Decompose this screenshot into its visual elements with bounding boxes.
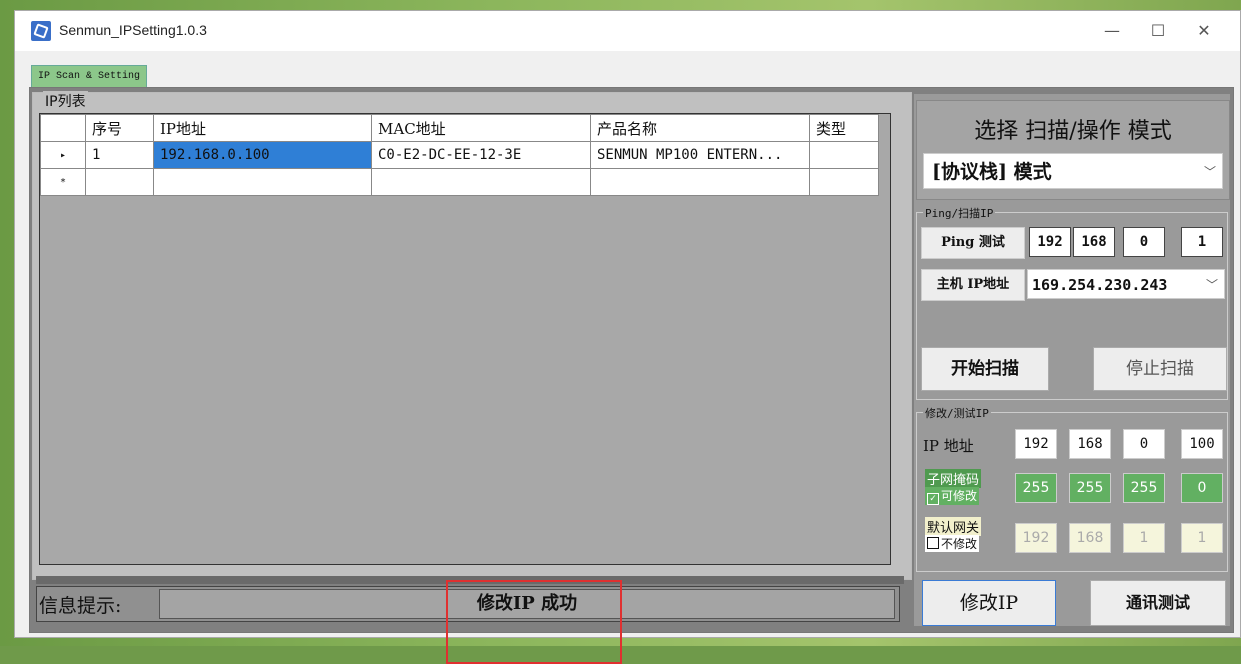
subnet-check-label: 可修改 [941, 489, 978, 503]
checkbox-checked-icon: ✓ [927, 493, 939, 505]
cell-ip[interactable]: 192.168.0.100 [153, 141, 372, 169]
subnet-octet-1[interactable]: 255 [1015, 473, 1057, 503]
ping-ip-octet-2[interactable]: 168 [1073, 227, 1115, 257]
subnet-label: 子网掩码 [925, 469, 982, 488]
column-header-mac[interactable]: MAC地址 [371, 114, 591, 142]
subnet-octet-4[interactable]: 0 [1181, 473, 1223, 503]
start-scan-button[interactable]: 开始扫描 [921, 347, 1049, 391]
gateway-octet-1[interactable]: 192 [1015, 523, 1057, 553]
tab-page: IP列表 序号 IP地址 MAC地址 产品名称 类型 ▸ 1 192.168.0… [29, 87, 1234, 664]
communication-test-button[interactable]: 通讯测试 [1090, 580, 1226, 626]
ip-table: 序号 IP地址 MAC地址 产品名称 类型 ▸ 1 192.168.0.100 … [40, 114, 879, 196]
cell-index[interactable]: 1 [85, 141, 154, 169]
column-header-index[interactable]: 序号 [85, 114, 154, 142]
cell-mac[interactable] [371, 168, 591, 196]
chevron-down-icon: ﹀ [1203, 165, 1216, 179]
mode-dropdown[interactable]: [协议栈] 模式 ﹀ [923, 153, 1223, 189]
gateway-check-label: 不修改 [941, 537, 978, 551]
modify-ip-button[interactable]: 修改IP [922, 580, 1056, 626]
ip-list-grid[interactable]: 序号 IP地址 MAC地址 产品名称 类型 ▸ 1 192.168.0.100 … [39, 113, 891, 565]
mode-group: 选择 扫描/操作 模式 [协议栈] 模式 ﹀ [916, 100, 1230, 200]
minimize-button[interactable]: — [1089, 17, 1135, 45]
app-window: Senmun_IPSetting1.0.3 — ☐ ✕ IP Scan & Se… [14, 10, 1241, 664]
checkbox-unchecked-icon [927, 537, 939, 549]
host-ip-label: 主机 IP地址 [921, 269, 1025, 301]
right-panel: 选择 扫描/操作 模式 [协议栈] 模式 ﹀ Ping/扫描IP Ping 测试… [914, 94, 1230, 626]
column-header-type[interactable]: 类型 [809, 114, 879, 142]
table-header-row: 序号 IP地址 MAC地址 产品名称 类型 [40, 114, 879, 142]
gateway-octet-3[interactable]: 1 [1123, 523, 1165, 553]
client-area: IP Scan & Setting IP列表 序号 IP地址 MAC地址 产品名… [15, 51, 1240, 664]
column-header-ip[interactable]: IP地址 [153, 114, 372, 142]
gateway-modify-checkbox[interactable]: 不修改 [925, 535, 980, 552]
mode-title: 选择 扫描/操作 模式 [974, 119, 1172, 144]
ping-ip-octet-4[interactable]: 1 [1181, 227, 1223, 257]
host-ip-dropdown[interactable]: 169.254.230.243 ﹀ [1027, 269, 1225, 299]
ping-ip-octet-1[interactable]: 192 [1029, 227, 1071, 257]
chevron-down-icon: ﹀ [1205, 278, 1218, 292]
ping-test-button[interactable]: Ping 测试 [921, 227, 1025, 259]
status-label: 信息提示: [39, 595, 122, 617]
cell-mac[interactable]: C0-E2-DC-EE-12-3E [371, 141, 591, 169]
mode-selected-value: [协议栈] 模式 [932, 161, 1052, 183]
stop-scan-button[interactable]: 停止扫描 [1093, 347, 1227, 391]
table-new-row[interactable]: * [40, 168, 879, 196]
cell-ip[interactable] [153, 168, 372, 196]
column-header-product[interactable]: 产品名称 [590, 114, 810, 142]
ip-octet-1[interactable]: 192 [1015, 429, 1057, 459]
maximize-button[interactable]: ☐ [1135, 17, 1181, 45]
row-indicator[interactable]: ▸ [40, 141, 86, 169]
ip-octet-2[interactable]: 168 [1069, 429, 1111, 459]
ping-scan-group: Ping/扫描IP Ping 测试 192 168 0 1 主机 IP地址 16… [916, 205, 1228, 400]
row-header-corner [40, 114, 86, 142]
close-button[interactable]: ✕ [1181, 17, 1227, 45]
app-icon [31, 21, 51, 41]
tab-ip-scan-setting[interactable]: IP Scan & Setting [31, 65, 148, 88]
gateway-octet-4[interactable]: 1 [1181, 523, 1223, 553]
cell-type[interactable] [809, 141, 879, 169]
gateway-label: 默认网关 [925, 517, 982, 536]
ip-list-group-label: IP列表 [43, 91, 88, 111]
new-row-indicator[interactable]: * [40, 168, 86, 196]
cell-product[interactable]: SENMUN MP100 ENTERN... [590, 141, 810, 169]
cell-product[interactable] [590, 168, 810, 196]
ping-ip-octet-3[interactable]: 0 [1123, 227, 1165, 257]
window-title: Senmun_IPSetting1.0.3 [59, 22, 207, 38]
highlight-annotation [446, 580, 622, 664]
ip-address-label: IP 地址 [923, 437, 974, 455]
ip-octet-3[interactable]: 0 [1123, 429, 1165, 459]
subnet-modify-checkbox[interactable]: ✓ 可修改 [925, 487, 980, 505]
cell-type[interactable] [809, 168, 879, 196]
title-bar: Senmun_IPSetting1.0.3 — ☐ ✕ [15, 11, 1240, 51]
modify-ip-group: 修改/测试IP IP 地址 192 168 0 100 子网掩码 ✓ 可修改 25… [916, 405, 1228, 572]
subnet-octet-3[interactable]: 255 [1123, 473, 1165, 503]
ip-list-group: IP列表 序号 IP地址 MAC地址 产品名称 类型 ▸ 1 192.168.0… [32, 91, 912, 580]
table-row[interactable]: ▸ 1 192.168.0.100 C0-E2-DC-EE-12-3E SENM… [40, 141, 879, 169]
ping-scan-legend: Ping/扫描IP [923, 205, 996, 221]
host-ip-value: 169.254.230.243 [1032, 276, 1168, 294]
ip-octet-4[interactable]: 100 [1181, 429, 1223, 459]
gateway-octet-2[interactable]: 168 [1069, 523, 1111, 553]
modify-ip-legend: 修改/测试IP [923, 405, 991, 421]
cell-index[interactable] [85, 168, 154, 196]
subnet-octet-2[interactable]: 255 [1069, 473, 1111, 503]
